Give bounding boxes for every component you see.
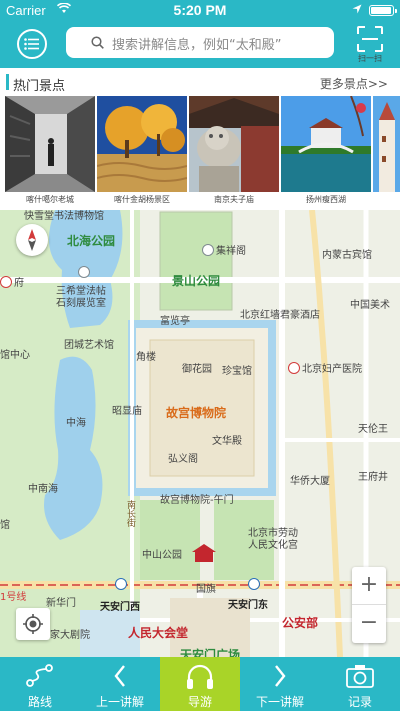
map-label[interactable]: 昭显庙 <box>112 402 142 417</box>
chevron-left-icon <box>80 663 160 691</box>
section-accent-bar <box>6 74 9 90</box>
headphones-icon <box>160 663 240 691</box>
hot-spots-carousel[interactable]: 喀什噶尔老城 喀什金胡杨景区 南京夫子庙 扬州瘦西湖 <box>0 96 400 210</box>
hot-spot-caption: 喀什噶尔老城 <box>26 195 74 204</box>
locate-button[interactable] <box>16 608 50 640</box>
tab-guide[interactable]: 导游 <box>160 657 240 711</box>
tab-label: 上一讲解 <box>95 695 144 709</box>
camera-icon <box>320 663 400 691</box>
map-label[interactable]: 集祥阁 <box>202 242 246 257</box>
tab-next[interactable]: 下一讲解 <box>240 657 320 711</box>
map-label[interactable]: 天安门广场 <box>180 646 240 657</box>
tab-label: 下一讲解 <box>255 695 304 709</box>
tab-label: 导游 <box>187 695 212 709</box>
map-label[interactable]: 富览亭 <box>160 312 190 327</box>
map-label[interactable]: 人民文化宫 <box>248 536 298 551</box>
map-label[interactable]: 珍宝馆 <box>222 362 252 377</box>
hospital-icon <box>0 276 12 288</box>
hot-spot-photo <box>373 96 400 192</box>
map-label[interactable]: 中海 <box>66 414 86 429</box>
hot-spot-photo <box>281 96 371 192</box>
map-view[interactable]: 快雪堂书法博物馆 北海公园 集祥阁 内蒙古宾馆 景山公园 府 三希堂法帖 石刻展… <box>0 210 400 657</box>
map-label[interactable]: 北京妇产医院 <box>288 360 362 375</box>
chevron-right-icon <box>240 663 320 691</box>
menu-button[interactable] <box>17 29 47 59</box>
map-label[interactable]: 景山公园 <box>172 272 220 289</box>
map-label[interactable]: 北海公园 <box>67 232 115 249</box>
map-label[interactable]: 国旗 <box>196 580 216 595</box>
scan-label: 扫一扫 <box>358 54 382 63</box>
map-label[interactable]: 石刻展览室 <box>56 294 106 309</box>
search-icon <box>91 36 104 49</box>
map-label[interactable]: 文华殿 <box>212 432 242 447</box>
map-label[interactable]: 角楼 <box>136 348 156 363</box>
map-label[interactable]: 快雪堂书法博物馆 <box>24 210 104 222</box>
map-label[interactable]: 中国美术 <box>350 296 390 311</box>
scan-qr-icon <box>357 26 383 52</box>
zoom-in-button[interactable]: + <box>352 567 386 605</box>
status-bar: Carrier 5:20 PM <box>0 0 400 22</box>
map-label[interactable]: 御花园 <box>182 360 212 375</box>
hot-spot-photo <box>97 96 187 192</box>
map-label[interactable]: 团城艺术馆 <box>64 336 114 351</box>
compass-button[interactable] <box>16 224 48 256</box>
map-label[interactable]: 故宫博物院 <box>166 404 226 421</box>
hot-spot-caption: 深圳 <box>373 194 400 205</box>
street-label: 南长街 <box>125 500 135 527</box>
map-label[interactable]: 王府井 <box>358 468 388 483</box>
scan-button[interactable]: 扫一扫 <box>352 26 388 64</box>
map-label[interactable]: 人民大会堂 <box>128 624 188 641</box>
map-label[interactable]: 华侨大厦 <box>290 472 330 487</box>
hot-spots-title: 热门景点 <box>13 79 66 94</box>
map-label[interactable]: 公安部 <box>282 614 318 631</box>
map-label[interactable]: 馆 <box>0 516 10 531</box>
hot-spot-photo <box>189 96 279 192</box>
map-label[interactable]: 北京红墙君豪酒店 <box>240 306 320 321</box>
metro-station-icon[interactable] <box>248 578 260 591</box>
map-label[interactable]: 新华门 <box>46 594 76 609</box>
hot-spot-caption: 南京夫子庙 <box>214 195 254 204</box>
battery-icon <box>369 5 397 16</box>
hot-spot-caption: 扬州瘦西湖 <box>306 195 346 204</box>
route-icon <box>0 663 80 691</box>
metro-line-label: 1号线 <box>0 592 27 603</box>
map-label[interactable]: 故宫博物院-午门 <box>160 491 234 506</box>
crosshair-icon <box>23 614 43 634</box>
zoom-control: + − <box>352 567 386 643</box>
hot-spot-photo <box>5 96 95 192</box>
search-input[interactable]: 搜索讲解信息，例如“太和殿” <box>66 27 334 58</box>
menu-icon <box>24 38 39 50</box>
map-label[interactable]: 馆中心 <box>0 346 30 361</box>
tab-label: 路线 <box>27 695 52 709</box>
status-time: 5:20 PM <box>173 2 227 18</box>
tab-previous[interactable]: 上一讲解 <box>80 657 160 711</box>
bottom-tab-bar: 路线 上一讲解 导游 下一讲解 记录 <box>0 657 400 711</box>
poi-icon <box>78 266 90 278</box>
more-spots-link[interactable]: 更多景点>> <box>320 75 388 92</box>
hospital-icon <box>288 362 300 374</box>
zoom-out-button[interactable]: − <box>352 605 386 643</box>
map-label[interactable]: 中山公园 <box>142 546 182 561</box>
location-arrow-icon <box>352 3 362 18</box>
map-label[interactable] <box>78 266 92 279</box>
metro-station-icon[interactable] <box>115 578 127 591</box>
compass-icon <box>28 229 36 251</box>
tab-records[interactable]: 记录 <box>320 657 400 711</box>
tab-route[interactable]: 路线 <box>0 657 80 711</box>
map-label[interactable]: 天安门东 <box>228 596 268 611</box>
map-label[interactable]: 内蒙古宾馆 <box>322 246 372 261</box>
map-label[interactable]: 天安门西 <box>100 598 140 613</box>
top-bar: Carrier 5:20 PM 搜索讲解信息，例如“太和殿” 扫一扫 <box>0 0 400 68</box>
map-label[interactable]: 家大剧院 <box>50 626 90 641</box>
search-placeholder: 搜索讲解信息，例如“太和殿” <box>112 38 282 53</box>
map-label[interactable]: 弘义阁 <box>168 450 198 465</box>
hot-spot-caption: 喀什金胡杨景区 <box>114 195 170 204</box>
map-label[interactable]: 天伦王 <box>358 420 388 435</box>
hot-spots-section: 热门景点 更多景点>> 喀什噶尔老城 喀什金胡杨景区 南京夫子庙 扬州瘦西湖 <box>0 68 400 210</box>
tab-label: 记录 <box>347 695 372 709</box>
map-label[interactable]: 中南海 <box>28 480 58 495</box>
poi-icon <box>202 244 214 256</box>
map-label[interactable]: 府 <box>0 274 24 289</box>
